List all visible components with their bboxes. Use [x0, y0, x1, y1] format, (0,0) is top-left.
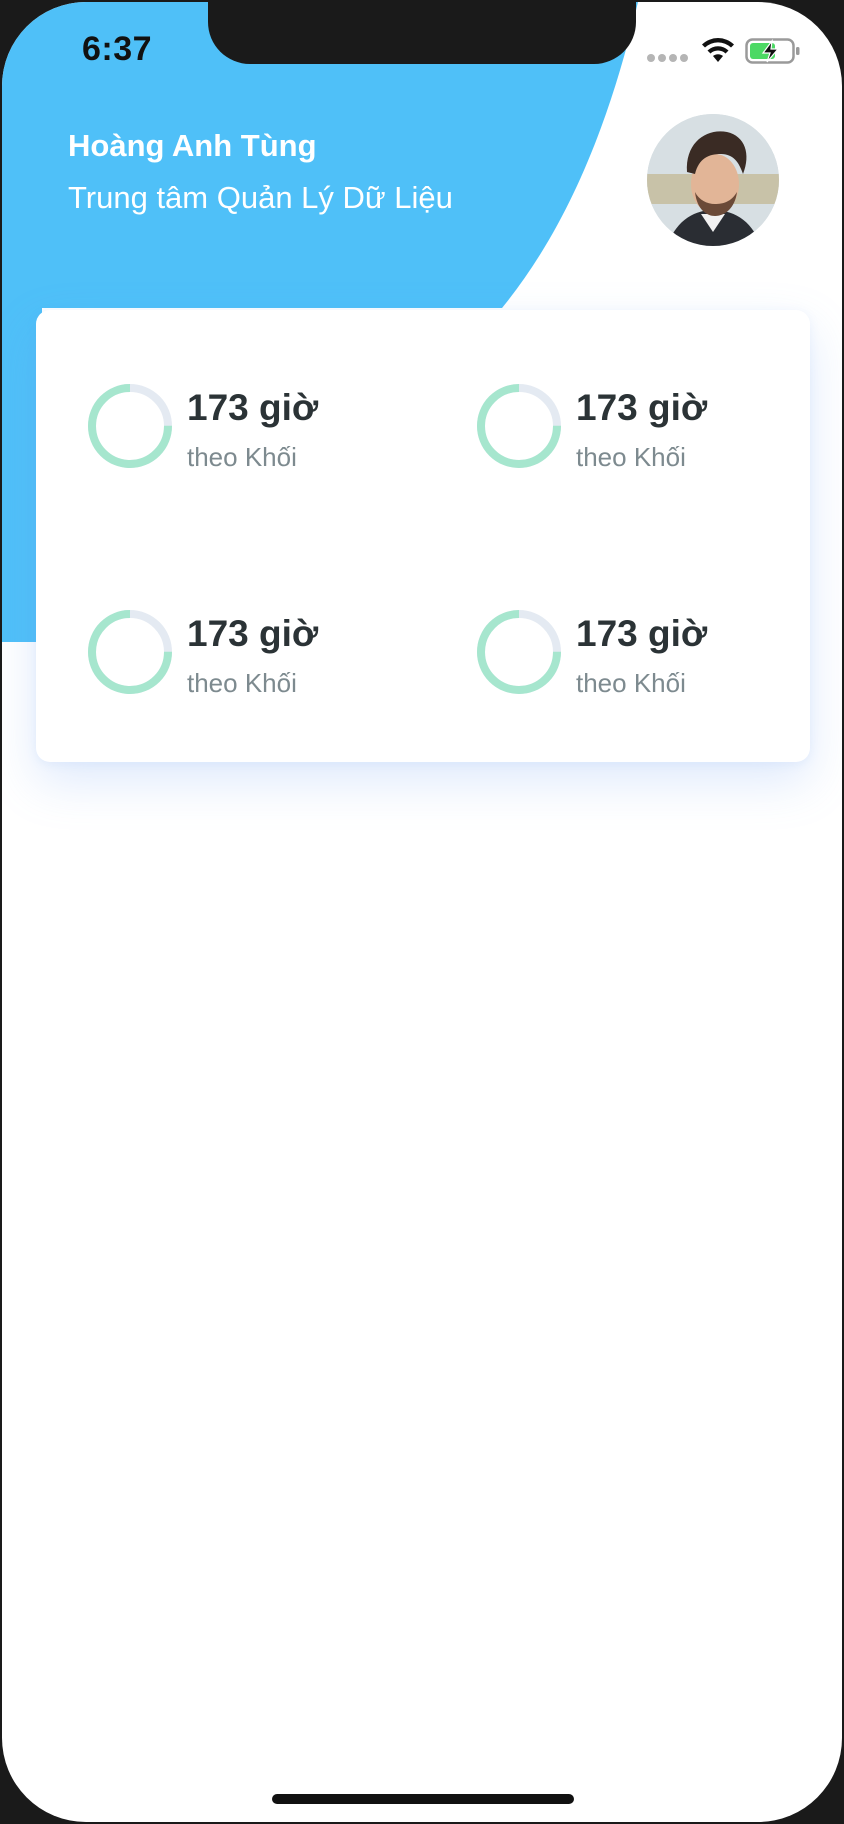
progress-ring	[477, 384, 561, 468]
app-screen: 6:37 Hoàng Anh Tùng Trung tâm Quản Lý Dữ…	[2, 2, 842, 1822]
progress-ring	[88, 610, 172, 694]
stat-value: 173 giờ	[576, 387, 708, 428]
stat-label: theo Khối	[187, 668, 297, 698]
stat-label: theo Khối	[576, 442, 686, 472]
status-icons	[647, 34, 807, 68]
home-indicator[interactable]	[272, 1794, 574, 1804]
stat-item[interactable]: 173 giờ theo Khối	[86, 382, 426, 492]
progress-ring	[88, 384, 172, 468]
user-name: Hoàng Anh Tùng	[68, 128, 317, 163]
stat-value: 173 giờ	[187, 387, 319, 428]
stat-item[interactable]: 173 giờ theo Khối	[475, 608, 815, 718]
stats-card: 173 giờ theo Khối 173 giờ theo Khối 173 …	[36, 310, 810, 762]
progress-ring	[477, 610, 561, 694]
phone-frame: 6:37 Hoàng Anh Tùng Trung tâm Quản Lý Dữ…	[0, 0, 844, 1824]
stat-item[interactable]: 173 giờ theo Khối	[475, 382, 815, 492]
battery-charging-icon	[745, 38, 800, 64]
avatar[interactable]	[647, 114, 779, 246]
signal-dots-icon	[647, 54, 688, 62]
status-time: 6:37	[82, 30, 153, 68]
avatar-photo	[647, 114, 779, 246]
user-organization: Trung tâm Quản Lý Dữ Liệu	[68, 180, 453, 215]
stat-label: theo Khối	[187, 442, 297, 472]
stat-value: 173 giờ	[187, 613, 319, 654]
stat-value: 173 giờ	[576, 613, 708, 654]
stat-item[interactable]: 173 giờ theo Khối	[86, 608, 426, 718]
stat-label: theo Khối	[576, 668, 686, 698]
wifi-icon	[702, 38, 734, 62]
device-notch	[208, 2, 636, 64]
